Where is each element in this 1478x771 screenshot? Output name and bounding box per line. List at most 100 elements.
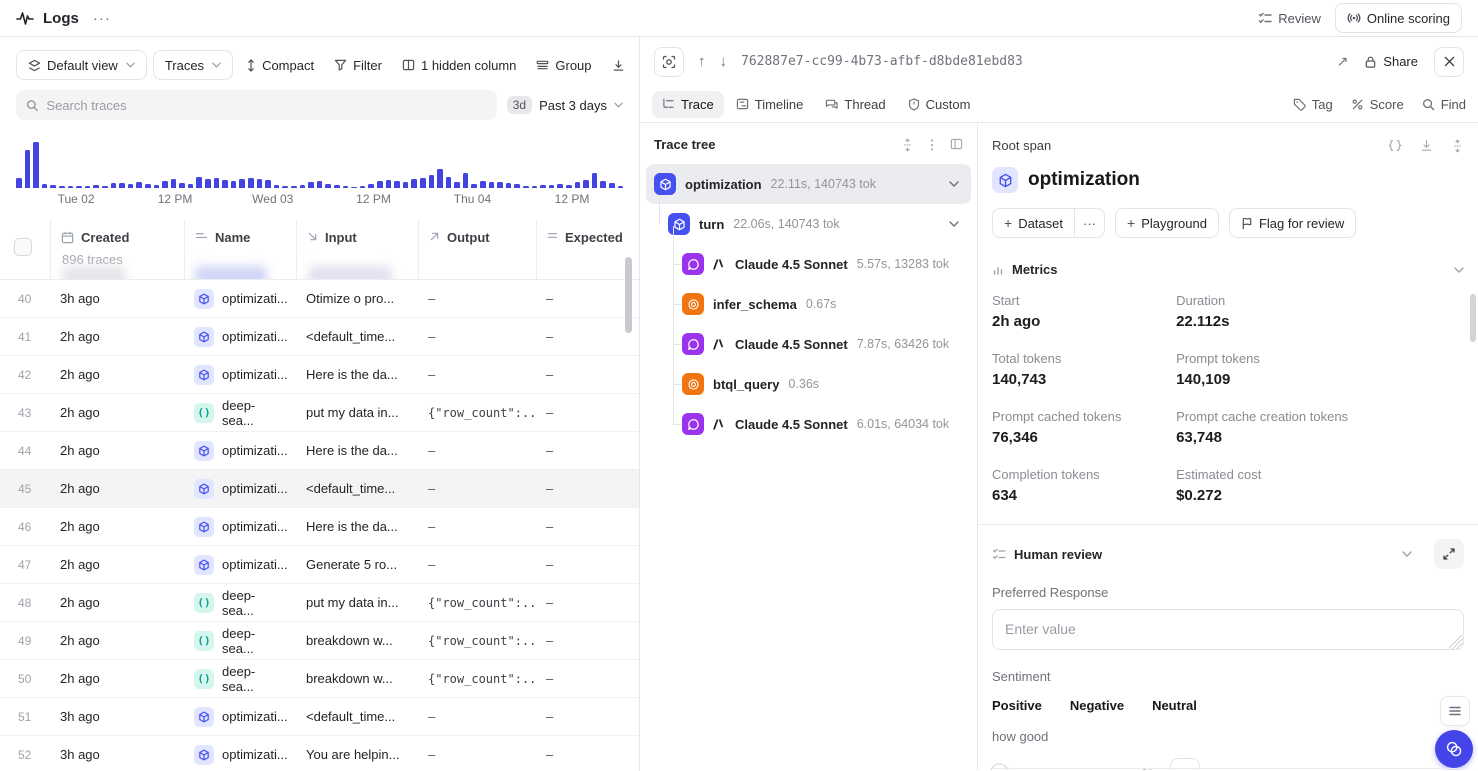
traces-mode-button[interactable]: Traces [153, 50, 233, 80]
page-menu-button[interactable]: ··· [93, 10, 111, 27]
table-row[interactable]: 47 2h ago () optimizati... Generate 5 ro… [0, 546, 639, 584]
date-range-selector[interactable]: 3d Past 3 days [507, 96, 623, 114]
select-all-checkbox[interactable] [14, 238, 32, 256]
add-to-dataset-button[interactable]: + Dataset [992, 208, 1075, 238]
table-row[interactable]: 41 2h ago () optimizati... <default_time… [0, 318, 639, 356]
expand-review-button[interactable] [1434, 539, 1464, 569]
task-type-icon [194, 707, 214, 727]
table-row[interactable]: 40 3h ago () optimizati... Otimize o pro… [0, 280, 639, 318]
column-header-expected[interactable]: Expected [536, 220, 639, 279]
metric-label: Prompt cache creation tokens [1176, 409, 1464, 424]
histogram-bar [111, 183, 117, 188]
score-button[interactable]: Score [1351, 97, 1404, 112]
cell-created: 3h ago [50, 747, 184, 762]
trace-tree-item[interactable]: Claude 4.5 Sonnet 5.57s, 13283 tok [646, 244, 971, 284]
trace-tree-item[interactable]: Claude 4.5 Sonnet 6.01s, 64034 tok [646, 404, 971, 444]
span-name: infer_schema [713, 297, 797, 312]
detail-menu-button[interactable] [1440, 696, 1470, 726]
span-metrics: 6.01s, 64034 tok [857, 417, 949, 431]
chevron-down-icon[interactable] [949, 221, 959, 227]
trace-volume-histogram[interactable]: Tue 0212 PMWed 0312 PMThu 0412 PM [16, 136, 623, 212]
compact-toggle-button[interactable]: Compact [239, 50, 321, 80]
dataset-more-button[interactable]: ··· [1075, 208, 1105, 238]
metric-value: 634 [992, 487, 1176, 504]
download-icon [612, 59, 625, 72]
slider-thumb[interactable] [990, 764, 1009, 771]
table-row[interactable]: 51 3h ago () optimizati... <default_time… [0, 698, 639, 736]
cell-created: 3h ago [50, 291, 184, 306]
expand-vertical-icon[interactable] [1451, 139, 1464, 153]
group-button[interactable]: Group [529, 50, 598, 80]
sentiment-option-neutral[interactable]: Neutral [1152, 698, 1197, 713]
side-panel-icon[interactable] [950, 138, 963, 150]
table-row[interactable]: 44 2h ago () optimizati... Here is the d… [0, 432, 639, 470]
metric-value: 76,346 [992, 429, 1176, 446]
trace-tree-item[interactable]: infer_schema 0.67s [646, 284, 971, 324]
tab-timeline[interactable]: Timeline [726, 91, 814, 118]
metric-value: 22.112s [1176, 313, 1464, 330]
flag-for-review-button[interactable]: Flag for review [1229, 208, 1356, 238]
sentiment-option-negative[interactable]: Negative [1070, 698, 1124, 713]
focus-span-button[interactable] [654, 47, 684, 77]
find-button[interactable]: Find [1422, 97, 1466, 112]
table-row[interactable]: 50 2h ago () deep-sea... breakdown w... … [0, 660, 639, 698]
table-row[interactable]: 45 2h ago () optimizati... <default_time… [0, 470, 639, 508]
histogram-bar [377, 181, 383, 188]
table-row[interactable]: 48 2h ago () deep-sea... put my data in.… [0, 584, 639, 622]
review-label: Review [1278, 11, 1321, 26]
row-number: 45 [0, 482, 50, 496]
preferred-response-input[interactable] [992, 609, 1464, 650]
table-row[interactable]: 43 2h ago () deep-sea... put my data in.… [0, 394, 639, 432]
tab-trace[interactable]: Trace [652, 91, 724, 118]
span-type-icon [682, 293, 704, 315]
trace-tree-item[interactable]: optimization 22.11s, 140743 tok [646, 164, 971, 204]
online-scoring-button[interactable]: Online scoring [1335, 3, 1462, 33]
chevron-down-icon[interactable] [949, 181, 959, 187]
column-header-output[interactable]: Output [418, 220, 536, 279]
open-in-new-icon[interactable]: ↗ [1337, 53, 1349, 70]
previous-trace-button[interactable]: ↑ [698, 53, 706, 70]
download-icon[interactable] [1420, 139, 1433, 152]
export-button[interactable] [605, 50, 632, 80]
tag-button[interactable]: Tag [1293, 97, 1333, 112]
cell-input: Generate 5 ro... [296, 557, 418, 572]
hidden-columns-button[interactable]: 1 hidden column [395, 50, 523, 80]
tab-custom[interactable]: Custom [898, 91, 981, 118]
right-panel-scrollbar[interactable] [1470, 294, 1476, 342]
close-panel-button[interactable] [1434, 47, 1464, 77]
histogram-bar [618, 186, 624, 188]
trace-tree-item[interactable]: Claude 4.5 Sonnet 7.87s, 63426 tok [646, 324, 971, 364]
left-panel-scrollbar[interactable] [625, 257, 632, 333]
cell-name: deep-sea... [222, 664, 286, 694]
review-button[interactable]: Review [1258, 11, 1321, 26]
cell-output: – [418, 709, 536, 724]
table-row[interactable]: 42 2h ago () optimizati... Here is the d… [0, 356, 639, 394]
trace-tree-item[interactable]: turn 22.06s, 140743 tok [646, 204, 971, 244]
chevron-down-icon[interactable] [1402, 551, 1412, 557]
json-braces-icon[interactable] [1388, 139, 1402, 152]
search-traces-box[interactable] [16, 90, 497, 120]
histogram-bar [93, 185, 99, 188]
view-selector-button[interactable]: Default view [16, 50, 147, 80]
filter-button[interactable]: Filter [327, 50, 389, 80]
ai-assistant-button[interactable] [1435, 730, 1473, 768]
table-row[interactable]: 52 3h ago () optimizati... You are helpi… [0, 736, 639, 771]
search-traces-input[interactable] [46, 98, 486, 113]
table-row[interactable]: 46 2h ago () optimizati... Here is the d… [0, 508, 639, 546]
more-options-icon[interactable] [930, 138, 934, 152]
blurred-row-created [62, 266, 126, 280]
expand-collapse-all-icon[interactable] [901, 138, 914, 152]
open-in-playground-button[interactable]: + Playground [1115, 208, 1219, 238]
tab-thread[interactable]: Thread [815, 91, 895, 118]
metric-item: Prompt cached tokens 76,346 [992, 409, 1176, 446]
chevron-down-icon[interactable] [1454, 267, 1464, 273]
traces-mode-label: Traces [165, 58, 204, 73]
share-button[interactable]: Share [1364, 54, 1418, 69]
next-trace-button[interactable]: ↓ [720, 53, 728, 70]
sentiment-option-positive[interactable]: Positive [992, 698, 1042, 713]
trace-tree-item[interactable]: btql_query 0.36s [646, 364, 971, 404]
timeline-icon [736, 98, 749, 110]
histogram-bar [102, 186, 108, 188]
histogram-bar [68, 186, 74, 188]
table-row[interactable]: 49 2h ago () deep-sea... breakdown w... … [0, 622, 639, 660]
